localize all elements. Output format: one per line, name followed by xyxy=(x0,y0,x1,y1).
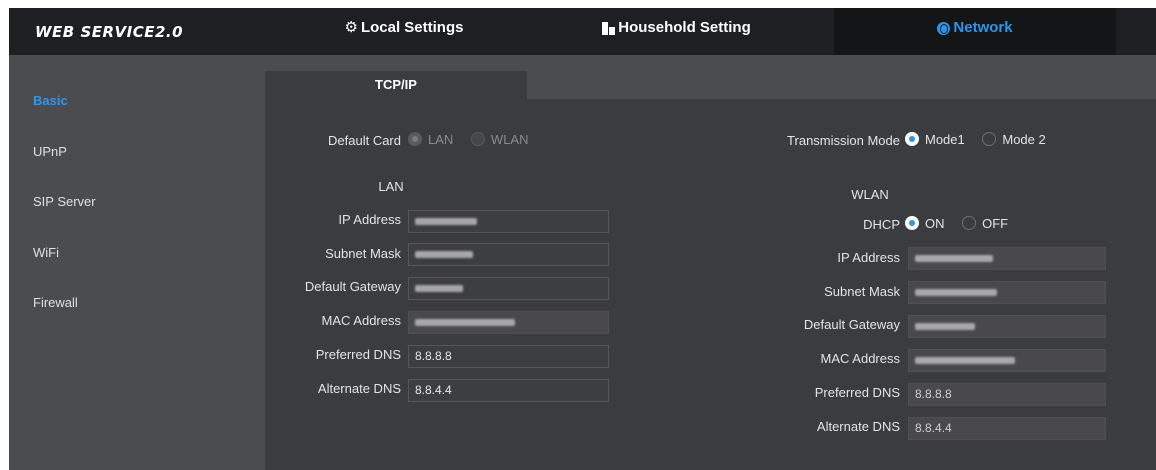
tab-household-setting[interactable]: Household Setting xyxy=(534,8,819,55)
redacted-value xyxy=(915,255,993,263)
content-panel: TCP/IP Default Card LAN WLAN Transmissio… xyxy=(265,71,1156,470)
gear-icon: ⚙ xyxy=(344,19,358,37)
transmission-mode1-option[interactable]: Mode1 xyxy=(905,132,965,147)
radio-button[interactable] xyxy=(982,132,997,146)
tab-label: Local Settings xyxy=(360,19,464,36)
radio-button[interactable] xyxy=(470,132,485,146)
lan-ip-address-input[interactable] xyxy=(408,210,609,233)
redacted-value xyxy=(915,323,975,331)
redacted-value xyxy=(415,251,473,259)
wlan-ip-address-input[interactable] xyxy=(908,247,1106,270)
transmission-mode-radio-group: Mode1 Mode 2 xyxy=(905,132,1060,147)
wlan-preferred-dns-label: Preferred DNS xyxy=(814,385,900,400)
lan-mac-address-input[interactable] xyxy=(408,311,609,334)
wlan-dhcp-off-option[interactable]: OFF xyxy=(962,216,1008,231)
default-card-label: Default Card xyxy=(328,133,401,148)
lan-preferred-dns-label: Preferred DNS xyxy=(315,347,401,362)
sidebar-item-sip-server[interactable]: SIP Server xyxy=(33,194,96,209)
default-card-radio-group: LAN WLAN xyxy=(408,132,542,147)
wlan-default-gateway-label: Default Gateway xyxy=(803,317,900,332)
top-navigation-bar: WEB SERVICE2.0 ⚙ Local Settings Household… xyxy=(9,8,1156,55)
wlan-section-title: WLAN xyxy=(851,187,889,202)
tab-local-settings[interactable]: ⚙ Local Settings xyxy=(274,8,534,55)
wlan-ip-address-label: IP Address xyxy=(837,250,900,265)
lan-subnet-mask-label: Subnet Mask xyxy=(325,246,401,261)
redacted-value xyxy=(415,285,463,293)
redacted-value xyxy=(915,357,1015,365)
redacted-value xyxy=(415,319,515,327)
radio-button[interactable] xyxy=(962,216,977,230)
lan-section-title: LAN xyxy=(378,179,404,194)
app-frame: WEB SERVICE2.0 ⚙ Local Settings Household… xyxy=(9,8,1156,470)
building-icon xyxy=(602,21,616,35)
lan-preferred-dns-input[interactable]: 8.8.8.8 xyxy=(408,345,609,368)
wlan-subnet-mask-input[interactable] xyxy=(908,281,1106,304)
wlan-dhcp-on-option[interactable]: ON xyxy=(905,216,945,231)
wlan-dhcp-radio-group: ON OFF xyxy=(905,216,1022,231)
wlan-default-gateway-input[interactable] xyxy=(908,315,1106,338)
lan-default-gateway-label: Default Gateway xyxy=(304,279,401,294)
brand-logo: WEB SERVICE2.0 xyxy=(35,23,184,41)
wlan-alternate-dns-input[interactable]: 8.8.4.4 xyxy=(908,417,1106,440)
tab-label: Network xyxy=(953,19,1013,36)
sidebar-item-basic[interactable]: Basic xyxy=(33,93,68,108)
globe-icon xyxy=(937,21,951,35)
default-card-lan-option[interactable]: LAN xyxy=(408,132,453,147)
wlan-subnet-mask-label: Subnet Mask xyxy=(824,284,900,299)
tab-network[interactable]: Network xyxy=(834,8,1116,55)
wlan-preferred-dns-input[interactable]: 8.8.8.8 xyxy=(908,383,1106,406)
wlan-alternate-dns-label: Alternate DNS xyxy=(816,419,900,434)
radio-button[interactable] xyxy=(905,132,919,146)
lan-alternate-dns-input[interactable]: 8.8.4.4 xyxy=(408,379,609,402)
lan-ip-address-label: IP Address xyxy=(338,212,401,227)
wlan-mac-address-input[interactable] xyxy=(908,349,1106,372)
sidebar-item-wifi[interactable]: WiFi xyxy=(33,245,59,260)
transmission-mode-label: Transmission Mode xyxy=(787,133,900,148)
tab-label: Household Setting xyxy=(618,19,751,36)
lan-subnet-mask-input[interactable] xyxy=(408,243,609,266)
sidebar-item-firewall[interactable]: Firewall xyxy=(33,295,78,310)
sub-tab-strip: TCP/IP xyxy=(265,71,1156,99)
lan-mac-address-label: MAC Address xyxy=(321,313,401,328)
default-card-wlan-option[interactable]: WLAN xyxy=(470,132,528,147)
radio-button[interactable] xyxy=(408,132,422,146)
radio-button[interactable] xyxy=(905,216,919,230)
transmission-mode2-option[interactable]: Mode 2 xyxy=(982,132,1046,147)
sidebar-item-upnp[interactable]: UPnP xyxy=(33,144,67,159)
lan-alternate-dns-label: Alternate DNS xyxy=(317,381,401,396)
redacted-value xyxy=(415,218,477,226)
lan-default-gateway-input[interactable] xyxy=(408,277,609,300)
tab-tcp-ip[interactable]: TCP/IP xyxy=(265,71,527,99)
redacted-value xyxy=(915,289,997,297)
wlan-mac-address-label: MAC Address xyxy=(820,351,900,366)
wlan-dhcp-label: DHCP xyxy=(863,217,900,232)
